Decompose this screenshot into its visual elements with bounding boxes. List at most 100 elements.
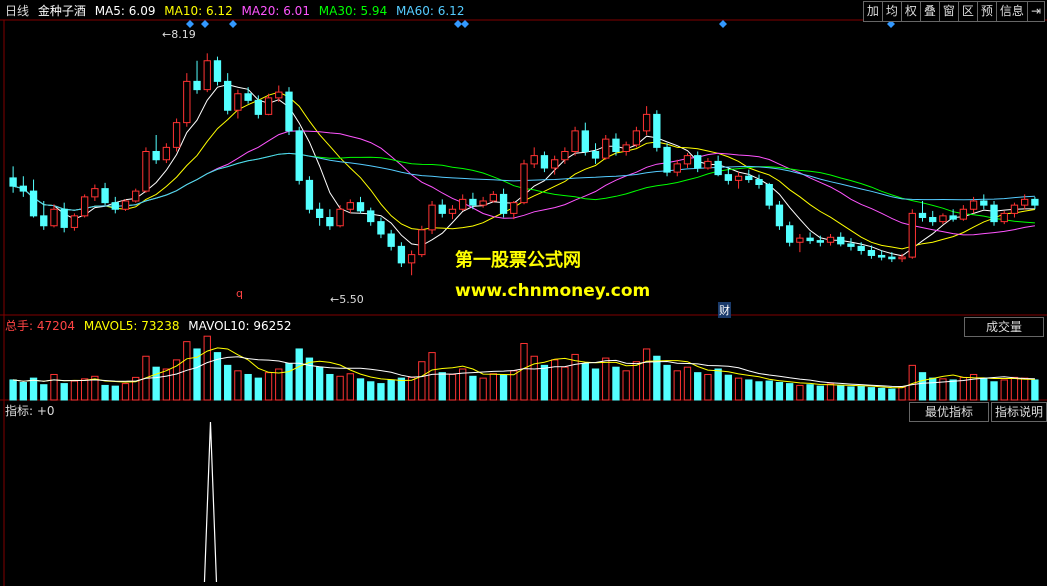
candle-body: [765, 184, 773, 206]
candle-body: [172, 122, 181, 148]
ma5-value: MA5: 6.09: [94, 4, 156, 18]
financial-report-marker[interactable]: 财: [718, 302, 731, 318]
volume-bar: [745, 379, 753, 401]
volume-bar: [499, 374, 508, 401]
volume-bar: [561, 366, 569, 401]
candle-body: [826, 236, 835, 243]
indicator-header: 指标: +0: [5, 401, 60, 421]
candle-body: [152, 151, 160, 161]
toolbar-info-button[interactable]: 信息: [995, 1, 1027, 22]
candle-body: [489, 193, 498, 202]
toolbar-add-button[interactable]: 加: [862, 1, 882, 22]
candle-body: [285, 91, 293, 132]
event-diamond-icon: [229, 20, 237, 28]
volume-bar: [612, 366, 620, 401]
candle-body: [877, 254, 886, 258]
candlesticks[interactable]: [9, 53, 1039, 276]
candle-body: [234, 93, 242, 111]
candle-body: [295, 130, 303, 181]
candle-body: [561, 151, 569, 161]
candle-body: [448, 208, 457, 214]
toolbar-overlay-button[interactable]: 叠: [919, 1, 939, 22]
volume-bar: [755, 381, 763, 401]
event-diamond-icon: [201, 20, 209, 28]
candle-body: [510, 202, 518, 214]
volume-bar: [704, 373, 712, 401]
candle-body: [694, 155, 702, 169]
volume-bar: [244, 373, 252, 401]
candle-body: [949, 215, 957, 220]
panel-borders: [0, 19, 1047, 586]
candle-body: [581, 130, 589, 152]
volume-bar: [80, 378, 89, 401]
candle-body: [438, 204, 446, 214]
high-price-value: 8.19: [171, 28, 196, 41]
candle-body: [305, 179, 314, 210]
candle-body: [714, 160, 722, 176]
candle-body: [336, 208, 344, 227]
volume-bar: [898, 386, 906, 401]
candle-body: [397, 245, 406, 264]
indicator-help-tab[interactable]: 指标说明: [991, 402, 1047, 422]
candle-body: [162, 146, 171, 161]
toolbar-average-button[interactable]: 均: [881, 1, 901, 22]
toolbar-window-button[interactable]: 窗: [938, 1, 958, 22]
candle-body: [642, 113, 651, 132]
best-indicator-tab[interactable]: 最优指标: [909, 402, 989, 422]
toolbar-rights-button[interactable]: 权: [900, 1, 920, 22]
q-marker[interactable]: q: [236, 287, 243, 300]
volume-bar: [193, 348, 201, 401]
period-label: 日线: [5, 4, 30, 18]
candle-body: [571, 130, 579, 152]
event-diamonds[interactable]: [186, 20, 895, 28]
volume-bar: [653, 355, 661, 401]
toolbar-range-button[interactable]: 区: [957, 1, 977, 22]
volume-bar: [336, 375, 344, 401]
volume-bar: [29, 377, 38, 401]
volume-bar: [203, 335, 211, 401]
volume-bar: [346, 373, 354, 401]
candle-body: [653, 113, 661, 148]
candle-body: [734, 175, 743, 181]
volume-bar: [489, 373, 498, 401]
volume-bar: [326, 373, 334, 401]
volume-tab[interactable]: 成交量: [964, 317, 1044, 337]
volume-bar: [949, 379, 957, 401]
candle-body: [479, 200, 487, 206]
volume-bar: [418, 361, 426, 401]
toolbar-forecast-button[interactable]: 预: [976, 1, 996, 22]
candle-body: [980, 200, 988, 206]
volume-bar: [234, 370, 242, 401]
volume-bar: [1031, 379, 1039, 401]
volume-bar: [60, 383, 68, 401]
candle-body: [602, 138, 610, 159]
candle-body: [244, 93, 252, 101]
volume-bar: [285, 363, 293, 401]
volume-bar: [734, 377, 743, 401]
volume-bar: [224, 364, 232, 401]
volume-bar: [550, 359, 559, 401]
candle-body: [622, 144, 630, 152]
volume-bar: [714, 368, 722, 401]
candle-body: [254, 99, 263, 115]
volume-bar: [1000, 379, 1008, 401]
volume-bar: [540, 364, 549, 401]
volume-bar: [816, 385, 824, 401]
stock-name: 金种子酒: [37, 4, 86, 18]
candle-body: [847, 243, 855, 247]
candle-body: [142, 151, 150, 192]
candle-body: [888, 256, 896, 260]
candle-body: [29, 190, 38, 217]
candle-body: [60, 208, 68, 228]
candle-body: [1031, 198, 1039, 206]
volume-bar: [50, 373, 58, 401]
collapse-icon[interactable]: ⇥: [1026, 1, 1045, 22]
volume-bar: [581, 363, 589, 401]
mavol10-value: MAVOL10: 96252: [188, 319, 292, 333]
volume-bar: [397, 377, 406, 401]
candle-body: [121, 200, 130, 210]
volume-bar: [254, 377, 263, 401]
candle-body: [837, 236, 845, 245]
indicator-line: [203, 421, 218, 583]
candle-body: [346, 202, 354, 210]
